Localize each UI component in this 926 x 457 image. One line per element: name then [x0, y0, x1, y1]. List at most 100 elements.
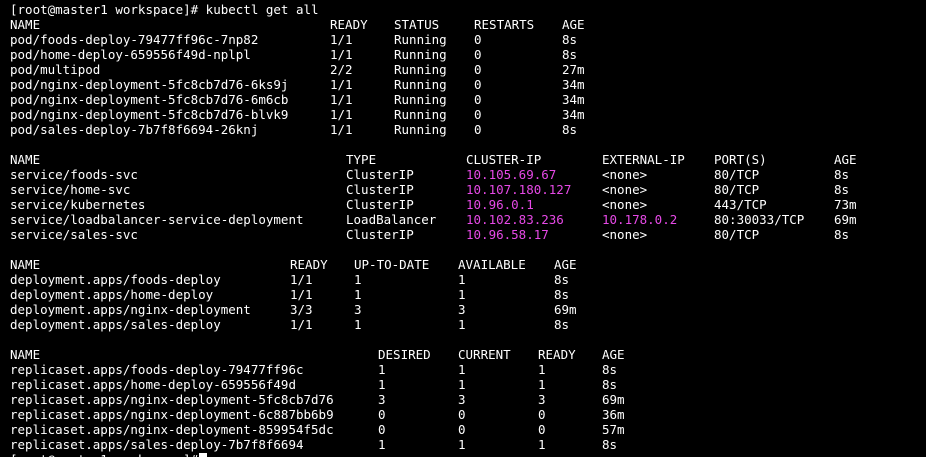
service-name: service/kubernetes [10, 197, 146, 212]
deployment-age: 8s [554, 287, 570, 302]
service-type: LoadBalancer [346, 212, 437, 227]
column-header: AGE [554, 257, 577, 272]
deployment-available: 1 [458, 287, 466, 302]
column-header: STATUS [394, 17, 440, 32]
deployment-age: 69m [554, 302, 577, 317]
pod-status: Running [394, 62, 447, 77]
pod-restarts: 0 [474, 122, 482, 137]
deployment-available: 1 [458, 317, 466, 332]
service-external-ip: <none> [602, 197, 648, 212]
service-cluster-ip: 10.102.83.236 [466, 212, 564, 227]
pod-age: 34m [562, 107, 585, 122]
cursor [199, 453, 208, 457]
replicaset-desired: 0 [378, 407, 386, 422]
replicaset-desired: 0 [378, 422, 386, 437]
replicaset-ready: 0 [538, 407, 546, 422]
service-age: 73m [834, 197, 857, 212]
pod-age: 34m [562, 92, 585, 107]
replicaset-desired: 1 [378, 377, 386, 392]
column-header: AGE [834, 152, 857, 167]
replicaset-age: 8s [602, 377, 618, 392]
pod-restarts: 0 [474, 62, 482, 77]
pod-ready: 2/2 [330, 62, 353, 77]
column-header: RESTARTS [474, 17, 535, 32]
replicaset-age: 36m [602, 407, 625, 422]
pod-status: Running [394, 92, 447, 107]
column-header: NAME [10, 347, 41, 362]
column-header: READY [330, 17, 368, 32]
column-header: PORT(S) [714, 152, 767, 167]
replicaset-current: 0 [458, 407, 466, 422]
pod-ready: 1/1 [330, 122, 353, 137]
deployment-name: deployment.apps/sales-deploy [10, 317, 221, 332]
service-age: 8s [834, 182, 850, 197]
column-header: UP-TO-DATE [354, 257, 430, 272]
deployment-name: deployment.apps/nginx-deployment [10, 302, 251, 317]
replicaset-current: 3 [458, 392, 466, 407]
replicaset-desired: 1 [378, 362, 386, 377]
service-cluster-ip: 10.96.58.17 [466, 227, 549, 242]
column-header: CURRENT [458, 347, 511, 362]
pod-status: Running [394, 122, 447, 137]
column-header: NAME [10, 152, 41, 167]
pod-status: Running [394, 47, 447, 62]
pod-status: Running [394, 107, 447, 122]
deployment-up-to-date: 1 [354, 272, 362, 287]
service-age: 69m [834, 212, 857, 227]
pod-name: pod/multipod [10, 62, 101, 77]
final-prompt: [root@master1 workspace]# [10, 452, 208, 457]
deployment-ready: 1/1 [290, 287, 313, 302]
pod-restarts: 0 [474, 92, 482, 107]
pod-age: 34m [562, 77, 585, 92]
replicaset-age: 8s [602, 437, 618, 452]
service-name: service/sales-svc [10, 227, 138, 242]
deployment-up-to-date: 1 [354, 287, 362, 302]
terminal-window[interactable]: [root@master1 workspace]# kubectl get al… [0, 0, 926, 457]
column-header: AGE [562, 17, 585, 32]
replicaset-age: 57m [602, 422, 625, 437]
service-type: ClusterIP [346, 167, 414, 182]
service-name: service/home-svc [10, 182, 131, 197]
deployment-name: deployment.apps/foods-deploy [10, 272, 221, 287]
deployment-age: 8s [554, 272, 570, 287]
command-prompt: [root@master1 workspace]# kubectl get al… [10, 2, 319, 17]
deployment-available: 1 [458, 272, 466, 287]
replicaset-age: 69m [602, 392, 625, 407]
replicaset-ready: 1 [538, 377, 546, 392]
deployment-name: deployment.apps/home-deploy [10, 287, 214, 302]
service-cluster-ip: 10.96.0.1 [466, 197, 534, 212]
pod-age: 8s [562, 47, 578, 62]
column-header: READY [290, 257, 328, 272]
deployment-ready: 3/3 [290, 302, 313, 317]
service-type: ClusterIP [346, 197, 414, 212]
service-external-ip: 10.178.0.2 [602, 212, 678, 227]
pod-name: pod/nginx-deployment-5fc8cb7d76-6m6cb [10, 92, 289, 107]
replicaset-name: replicaset.apps/home-deploy-659556f49d [10, 377, 296, 392]
pod-ready: 1/1 [330, 107, 353, 122]
pod-name: pod/foods-deploy-79477ff96c-7np82 [10, 32, 259, 47]
replicaset-name: replicaset.apps/sales-deploy-7b7f8f6694 [10, 437, 304, 452]
pod-ready: 1/1 [330, 77, 353, 92]
deployment-up-to-date: 1 [354, 317, 362, 332]
service-cluster-ip: 10.107.180.127 [466, 182, 572, 197]
pod-name: pod/nginx-deployment-5fc8cb7d76-6ks9j [10, 77, 289, 92]
service-ports: 80/TCP [714, 227, 760, 242]
column-header: CLUSTER-IP [466, 152, 542, 167]
column-header: AVAILABLE [458, 257, 526, 272]
service-external-ip: <none> [602, 167, 648, 182]
replicaset-desired: 1 [378, 437, 386, 452]
pod-name: pod/nginx-deployment-5fc8cb7d76-blvk9 [10, 107, 289, 122]
column-header: AGE [602, 347, 625, 362]
replicaset-name: replicaset.apps/foods-deploy-79477ff96c [10, 362, 304, 377]
pod-ready: 1/1 [330, 47, 353, 62]
replicaset-current: 0 [458, 422, 466, 437]
service-cluster-ip: 10.105.69.67 [466, 167, 557, 182]
pod-name: pod/home-deploy-659556f49d-nplpl [10, 47, 251, 62]
service-ports: 80/TCP [714, 167, 760, 182]
deployment-available: 3 [458, 302, 466, 317]
service-age: 8s [834, 167, 850, 182]
column-header: NAME [10, 17, 41, 32]
replicaset-current: 1 [458, 362, 466, 377]
replicaset-ready: 3 [538, 392, 546, 407]
pod-status: Running [394, 32, 447, 47]
